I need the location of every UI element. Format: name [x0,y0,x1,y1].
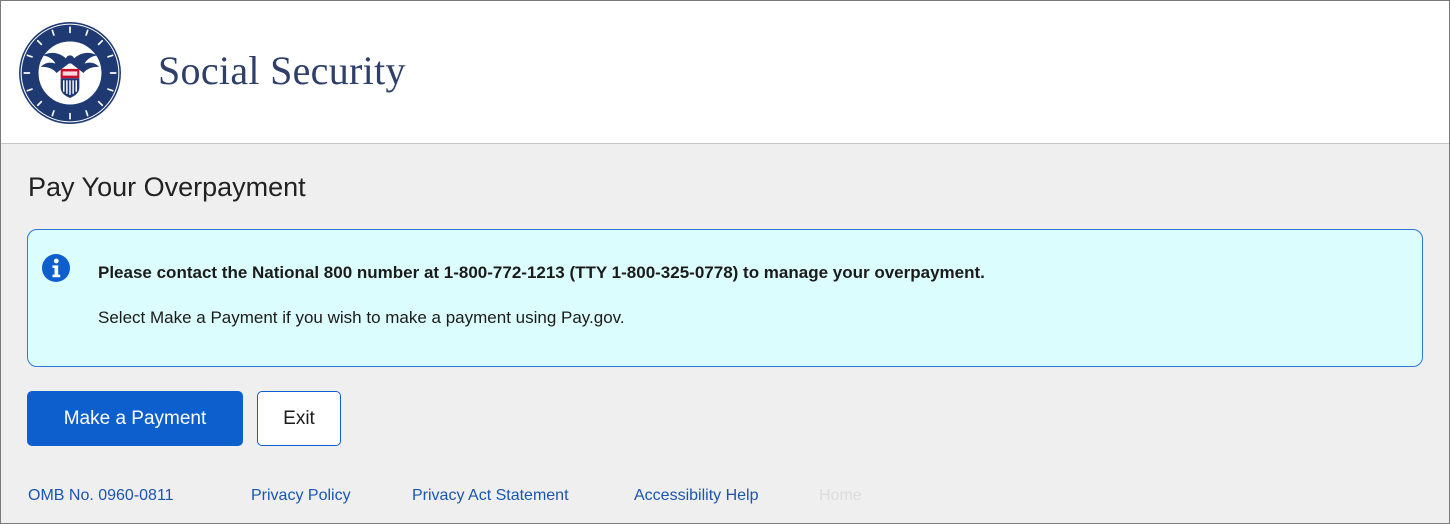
info-icon [42,254,70,282]
page-title: Pay Your Overpayment [28,172,306,202]
alert-title: Please contact the National 800 number a… [98,263,985,282]
accessibility-help-link[interactable]: Accessibility Help [634,487,758,505]
privacy-act-statement-link[interactable]: Privacy Act Statement [412,487,569,505]
agency-name: Social Security [158,48,406,93]
site-header: Social Security [1,1,1449,144]
home-link[interactable]: Home [819,487,862,505]
ssa-seal-icon [19,22,121,124]
omb-number: OMB No. 0960-0811 [28,487,174,504]
info-alert: Please contact the National 800 number a… [27,229,1423,367]
privacy-policy-link[interactable]: Privacy Policy [251,487,351,505]
make-payment-button[interactable]: Make a Payment [27,391,243,446]
page-frame: Social Security Pay Your Overpayment Ple… [0,0,1450,524]
alert-body: Select Make a Payment if you wish to mak… [98,308,625,327]
exit-button[interactable]: Exit [257,391,341,446]
